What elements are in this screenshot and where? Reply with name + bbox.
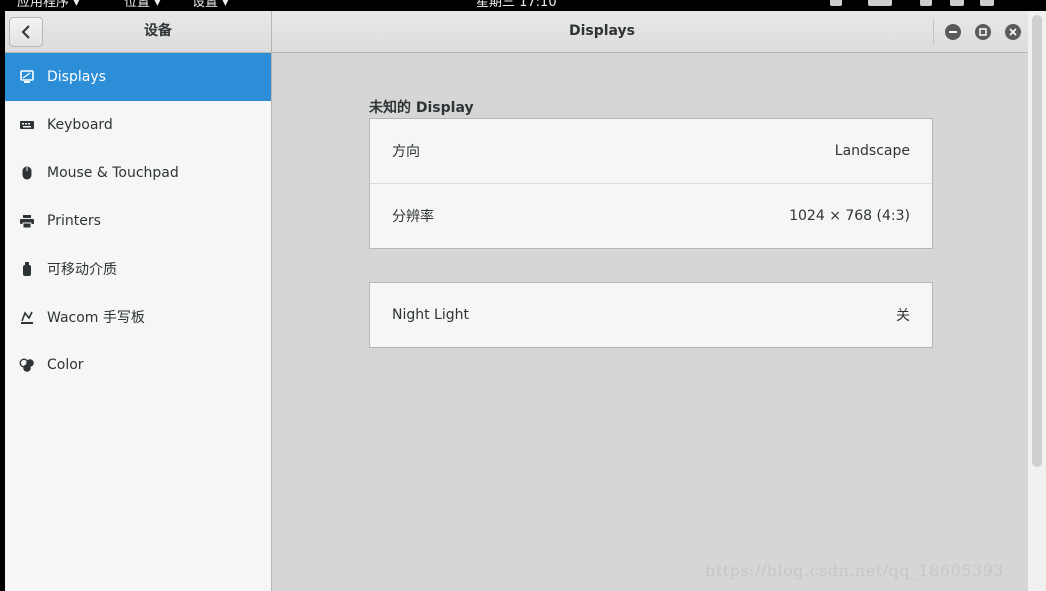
sidebar-item-printers[interactable]: Printers [5,197,271,245]
sidebar-item-removable-media[interactable]: 可移动介质 [5,245,271,293]
sidebar-item-label: 可移动介质 [47,262,117,278]
color-icon [19,357,35,373]
sidebar-item-label: Keyboard [47,117,113,133]
orientation-row[interactable]: 方向 Landscape [370,119,932,183]
applications-menu[interactable]: 应用程序 ▾ [17,0,80,10]
night-light-label: Night Light [392,307,469,323]
maximize-button[interactable] [975,24,991,40]
settings-window: 设备 Displays Displays Keyboard Mouse & To… [5,11,1028,591]
mouse-icon [19,165,35,181]
sidebar-item-color[interactable]: Color [5,341,271,389]
resolution-value: 1024 × 768 (4:3) [789,208,910,224]
display-section-title: 未知的 Display [369,100,474,116]
header-separator [933,19,934,45]
network-icon[interactable] [920,0,932,6]
settings-app-menu[interactable]: 设置 ▾ [192,0,229,10]
sidebar-header: 设备 [5,11,272,52]
printer-icon [19,213,35,229]
tablet-icon [19,309,35,325]
sidebar-item-keyboard[interactable]: Keyboard [5,101,271,149]
resolution-label: 分辨率 [392,209,434,225]
notification-icon[interactable] [830,0,842,6]
minimize-button[interactable] [945,24,961,40]
night-light-row[interactable]: Night Light 关 [370,283,932,347]
close-button[interactable] [1005,24,1021,40]
keyboard-icon [19,117,35,133]
sidebar-item-label: Mouse & Touchpad [47,165,179,181]
power-icon[interactable] [980,0,994,6]
chevron-left-icon [21,25,30,39]
orientation-label: 方向 [392,144,420,160]
page-scrollbar[interactable] [1028,11,1046,591]
maximize-icon [979,28,987,36]
display-icon [19,69,35,85]
input-method-indicator[interactable] [868,0,892,6]
system-top-bar: 应用程序 ▾ 位置 ▾ 设置 ▾ 星期三 17:10 [0,0,1046,11]
usb-drive-icon [19,261,35,277]
minimize-icon [949,31,957,33]
sidebar-item-mouse-touchpad[interactable]: Mouse & Touchpad [5,149,271,197]
volume-icon[interactable] [950,0,964,6]
close-icon [1009,28,1017,36]
resolution-row[interactable]: 分辨率 1024 × 768 (4:3) [370,183,932,248]
places-menu[interactable]: 位置 ▾ [124,0,161,10]
sidebar-item-displays[interactable]: Displays [5,53,271,101]
sidebar-item-wacom-tablet[interactable]: Wacom 手写板 [5,293,271,341]
night-light-value: 关 [896,308,910,324]
sidebar-title: 设备 [144,23,172,39]
sidebar-item-label: Displays [47,69,106,85]
header-bar: 设备 Displays [5,11,1028,53]
display-settings-panel: 方向 Landscape 分辨率 1024 × 768 (4:3) [369,118,933,249]
main-content: 未知的 Display 方向 Landscape 分辨率 1024 × 768 … [272,53,1028,591]
watermark: https://blog.csdn.net/qq_18605393 [705,561,1004,580]
back-button[interactable] [9,17,43,47]
sidebar-item-label: Wacom 手写板 [47,310,145,326]
sidebar: Displays Keyboard Mouse & Touchpad Print… [5,53,272,591]
sidebar-item-label: Printers [47,213,101,229]
page-title: Displays [568,23,636,39]
sidebar-item-label: Color [47,357,84,373]
scrollbar-thumb[interactable] [1032,15,1042,467]
night-light-panel: Night Light 关 [369,282,933,348]
clock[interactable]: 星期三 17:10 [476,0,557,10]
orientation-value: Landscape [834,143,910,159]
